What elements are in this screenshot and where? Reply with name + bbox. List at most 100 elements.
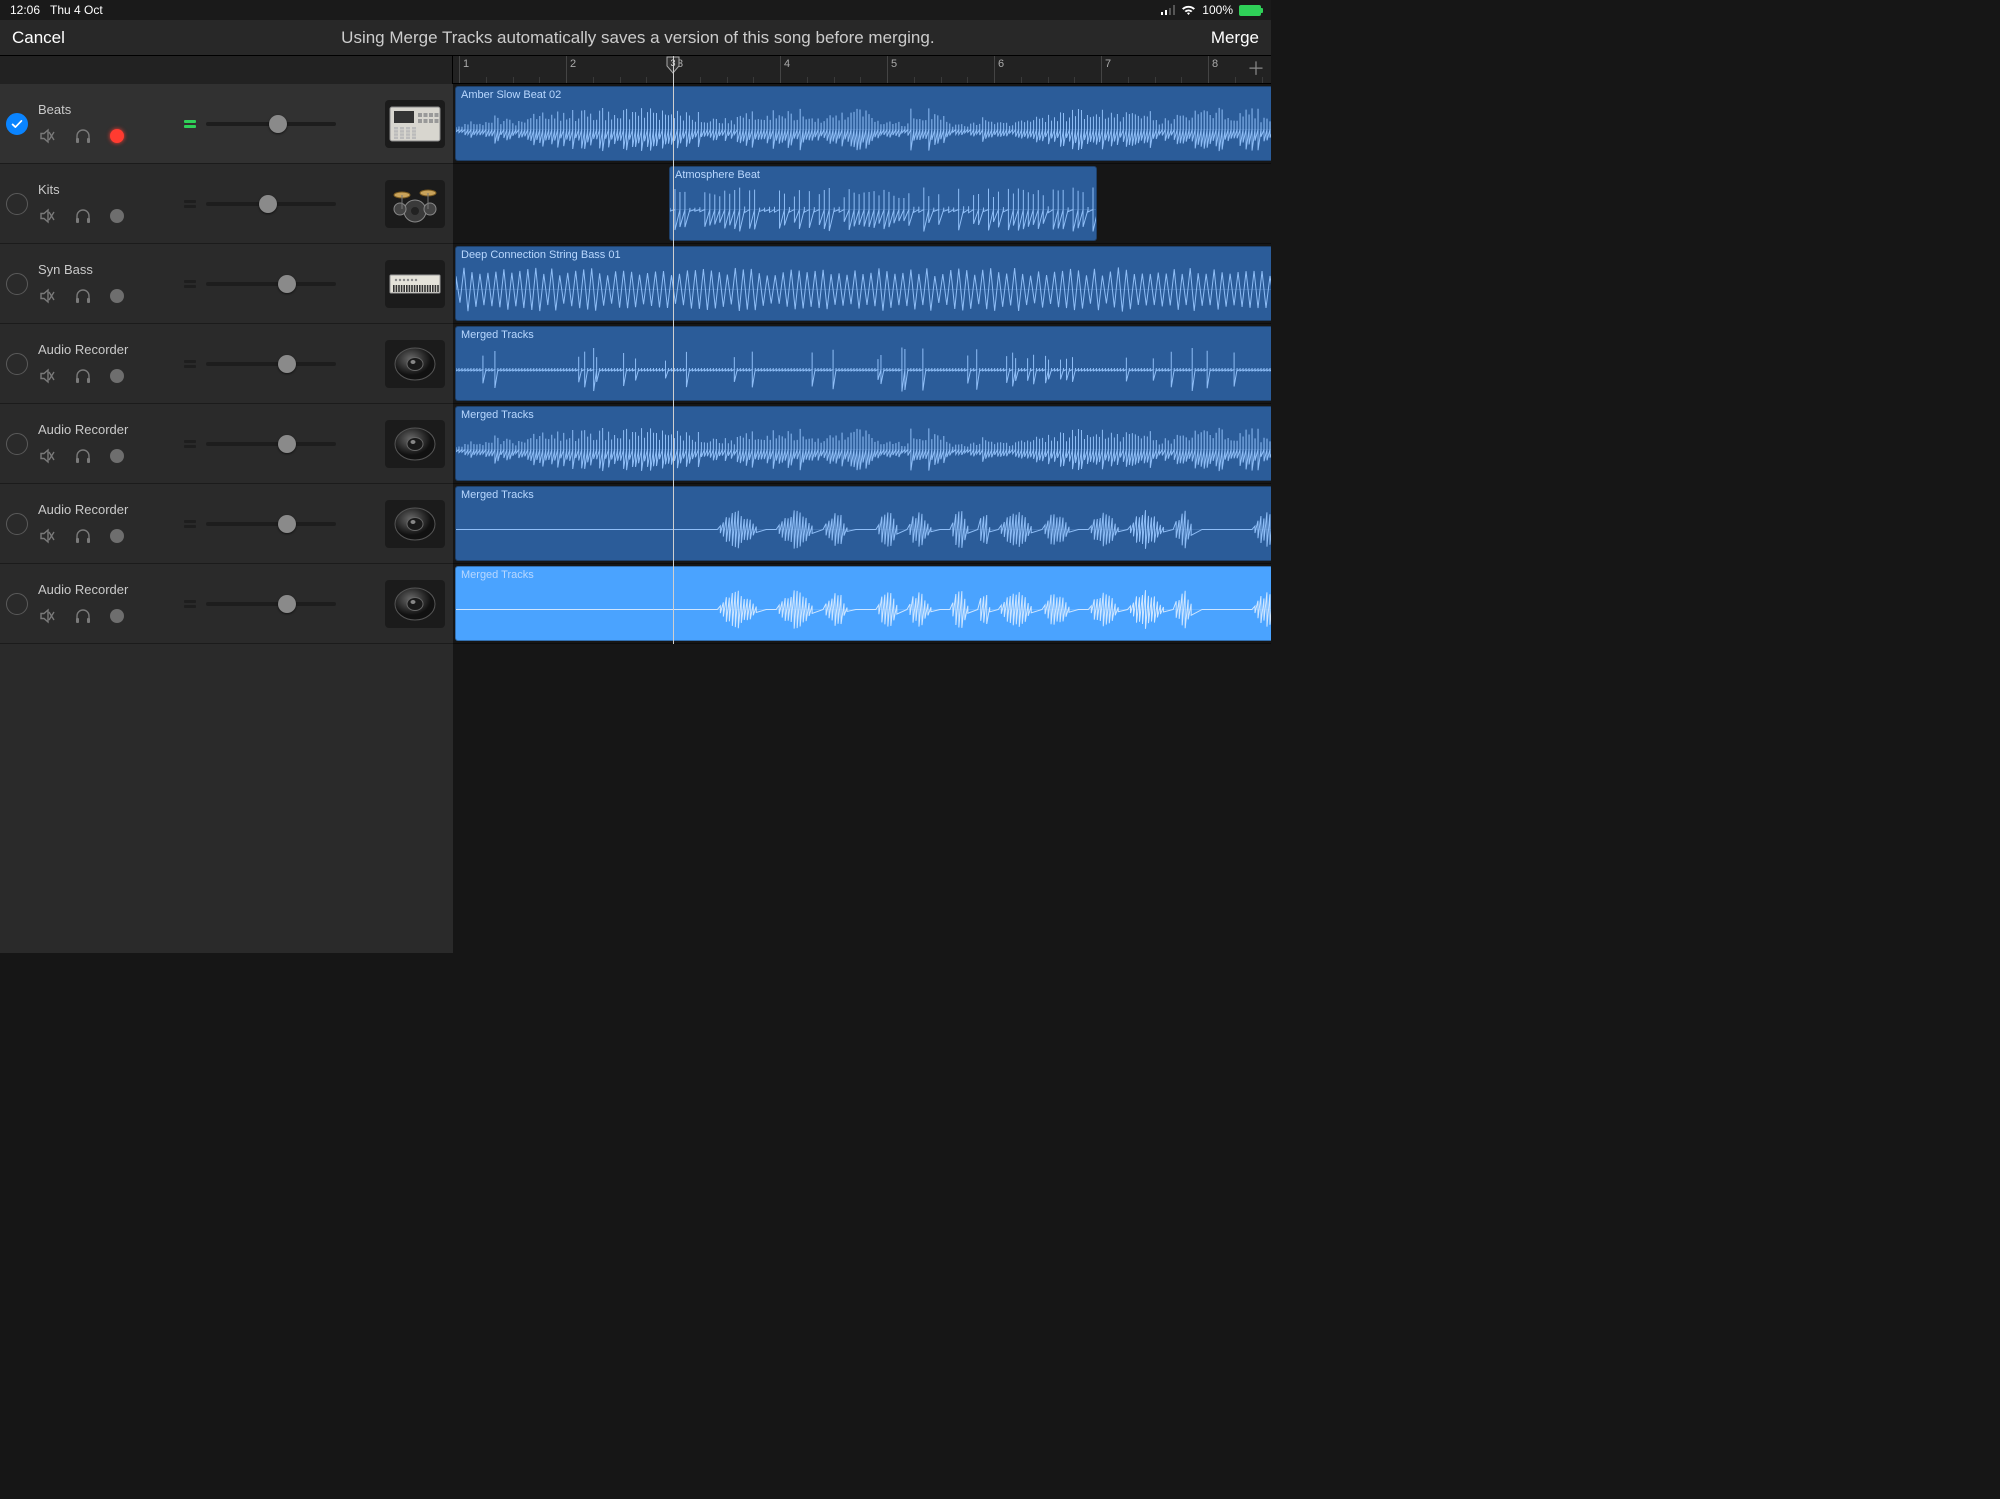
- audio-region[interactable]: Merged Tracks: [455, 486, 1271, 561]
- record-enable-button[interactable]: [110, 449, 124, 463]
- waveform-icon: [456, 265, 1271, 314]
- ruler-bar-number: 4: [784, 58, 790, 70]
- mute-icon[interactable]: [38, 367, 56, 385]
- track-header[interactable]: Audio Recorder: [0, 484, 453, 564]
- level-meter: [184, 350, 196, 378]
- record-enable-button[interactable]: [110, 529, 124, 543]
- track-select-checkbox[interactable]: [6, 193, 28, 215]
- timeline[interactable]: ＋ 123456783 Amber Slow Beat 02Atmosphere…: [453, 56, 1271, 953]
- audio-region[interactable]: Merged Tracks: [455, 406, 1271, 481]
- volume-slider[interactable]: [206, 602, 336, 606]
- solo-headphones-icon[interactable]: [74, 527, 92, 545]
- merge-info-message: Using Merge Tracks automatically saves a…: [65, 28, 1211, 48]
- playhead-line[interactable]: [673, 56, 674, 644]
- volume-slider[interactable]: [206, 282, 336, 286]
- record-enable-button[interactable]: [110, 289, 124, 303]
- region-label: Merged Tracks: [461, 409, 534, 421]
- mute-icon[interactable]: [38, 287, 56, 305]
- record-enable-button[interactable]: [110, 209, 124, 223]
- instrument-icon[interactable]: [385, 500, 445, 548]
- track-select-checkbox[interactable]: [6, 513, 28, 535]
- timeline-row[interactable]: Deep Connection String Bass 01: [453, 244, 1271, 324]
- instrument-icon[interactable]: [385, 420, 445, 468]
- volume-slider[interactable]: [206, 122, 336, 126]
- track-name-label: Audio Recorder: [38, 502, 168, 517]
- timeline-row[interactable]: Merged Tracks: [453, 404, 1271, 484]
- instrument-icon[interactable]: [385, 100, 445, 148]
- ruler-spacer: [0, 56, 453, 84]
- track-name-label: Audio Recorder: [38, 582, 168, 597]
- solo-headphones-icon[interactable]: [74, 607, 92, 625]
- waveform-icon: [456, 425, 1271, 474]
- volume-slider[interactable]: [206, 202, 336, 206]
- track-select-checkbox[interactable]: [6, 273, 28, 295]
- region-label: Atmosphere Beat: [675, 169, 760, 181]
- track-header[interactable]: Beats: [0, 84, 453, 164]
- mute-icon[interactable]: [38, 527, 56, 545]
- region-label: Amber Slow Beat 02: [461, 89, 561, 101]
- timeline-row[interactable]: Amber Slow Beat 02: [453, 84, 1271, 164]
- timeline-row[interactable]: Atmosphere Beat: [453, 164, 1271, 244]
- instrument-icon[interactable]: [385, 260, 445, 308]
- mute-icon[interactable]: [38, 607, 56, 625]
- instrument-icon[interactable]: [385, 340, 445, 388]
- waveform-icon: [670, 185, 1096, 234]
- mute-icon[interactable]: [38, 207, 56, 225]
- solo-headphones-icon[interactable]: [74, 287, 92, 305]
- volume-slider[interactable]: [206, 522, 336, 526]
- region-label: Deep Connection String Bass 01: [461, 249, 621, 261]
- track-panel: BeatsKitsSyn Bass Audio Recorder Audio Rec…: [0, 56, 453, 953]
- add-section-button[interactable]: ＋: [1247, 60, 1265, 78]
- track-select-checkbox[interactable]: [6, 353, 28, 375]
- track-select-checkbox[interactable]: [6, 433, 28, 455]
- timeline-row[interactable]: Merged Tracks: [453, 564, 1271, 644]
- audio-region[interactable]: Amber Slow Beat 02: [455, 86, 1271, 161]
- track-name-label: Audio Recorder: [38, 422, 168, 437]
- audio-region[interactable]: Atmosphere Beat: [669, 166, 1097, 241]
- record-enable-button[interactable]: [110, 609, 124, 623]
- level-meter: [184, 430, 196, 458]
- region-label: Merged Tracks: [461, 489, 534, 501]
- cancel-button[interactable]: Cancel: [12, 28, 65, 48]
- ruler-bar-marker: 2: [566, 56, 567, 83]
- merge-button[interactable]: Merge: [1211, 28, 1259, 48]
- track-name-label: Audio Recorder: [38, 342, 168, 357]
- ruler-bar-number: 5: [891, 58, 897, 70]
- solo-headphones-icon[interactable]: [74, 127, 92, 145]
- cellular-icon: [1161, 5, 1175, 15]
- record-enable-button[interactable]: [110, 129, 124, 143]
- ruler-bar-marker: 7: [1101, 56, 1102, 83]
- track-header[interactable]: Audio Recorder: [0, 404, 453, 484]
- level-meter: [184, 590, 196, 618]
- instrument-icon[interactable]: [385, 580, 445, 628]
- track-header[interactable]: Audio Recorder: [0, 564, 453, 644]
- mute-icon[interactable]: [38, 447, 56, 465]
- track-select-checkbox[interactable]: [6, 593, 28, 615]
- solo-headphones-icon[interactable]: [74, 207, 92, 225]
- track-header[interactable]: Kits: [0, 164, 453, 244]
- volume-slider[interactable]: [206, 362, 336, 366]
- record-enable-button[interactable]: [110, 369, 124, 383]
- timeline-row[interactable]: Merged Tracks: [453, 484, 1271, 564]
- timeline-ruler[interactable]: ＋ 123456783: [453, 56, 1271, 84]
- track-select-checkbox[interactable]: [6, 113, 28, 135]
- ruler-bar-marker: 8: [1208, 56, 1209, 83]
- ruler-bar-marker: 5: [887, 56, 888, 83]
- audio-region[interactable]: Merged Tracks: [455, 326, 1271, 401]
- audio-region[interactable]: Deep Connection String Bass 01: [455, 246, 1271, 321]
- audio-region[interactable]: Merged Tracks: [455, 566, 1271, 641]
- instrument-icon[interactable]: [385, 180, 445, 228]
- track-header[interactable]: Syn Bass: [0, 244, 453, 324]
- solo-headphones-icon[interactable]: [74, 447, 92, 465]
- status-bar: 12:06 Thu 4 Oct 100%: [0, 0, 1271, 20]
- solo-headphones-icon[interactable]: [74, 367, 92, 385]
- ruler-bar-number: 6: [998, 58, 1004, 70]
- mute-icon[interactable]: [38, 127, 56, 145]
- volume-slider[interactable]: [206, 442, 336, 446]
- waveform-icon: [456, 585, 1271, 634]
- track-header[interactable]: Audio Recorder: [0, 324, 453, 404]
- ruler-bar-number: 2: [570, 58, 576, 70]
- level-meter: [184, 190, 196, 218]
- timeline-row[interactable]: Merged Tracks: [453, 324, 1271, 404]
- wifi-icon: [1181, 5, 1196, 16]
